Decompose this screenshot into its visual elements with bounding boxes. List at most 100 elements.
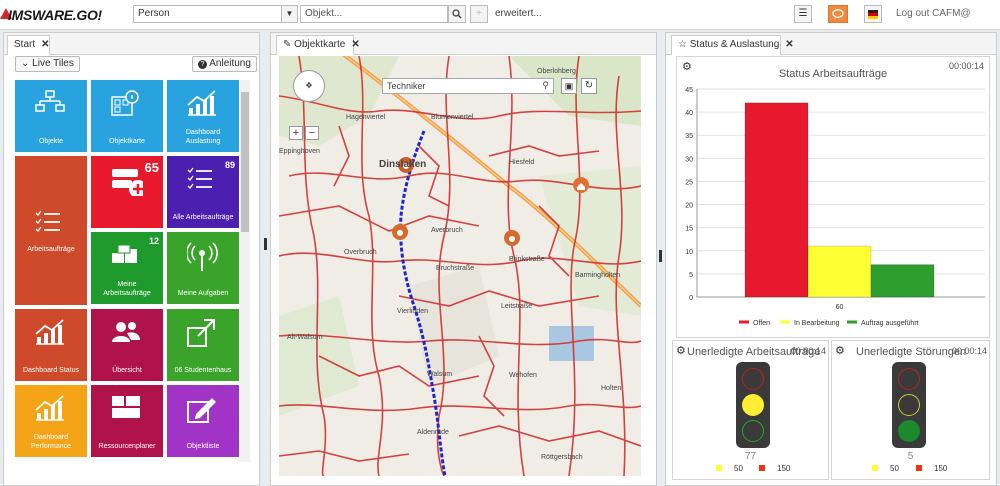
search-icon[interactable]	[448, 5, 466, 23]
map-place-label: Barmingholten	[575, 272, 621, 279]
tab-status-auslastung[interactable]: ☆ Status & Auslastung ✕	[671, 35, 794, 55]
tile-2[interactable]: Objektkarte	[91, 80, 163, 152]
map-place-label: Leitstraße	[501, 303, 533, 310]
tile-label: Arbeitsaufträge	[27, 245, 75, 253]
light-red	[742, 368, 764, 390]
splitter-handle[interactable]	[659, 250, 662, 262]
pencil-icon: ✎	[283, 39, 292, 50]
status-chart-card: ⚙ 00:00:14 Status Arbeitsaufträge 0 5 10 15…	[676, 56, 990, 338]
legend-label: Auftrag ausgeführt	[861, 320, 919, 327]
light-green	[742, 420, 764, 442]
tile-3[interactable]: Dashboard Auslastung	[167, 80, 239, 152]
y-tick-label: 40	[685, 110, 693, 117]
boxes-icon	[112, 244, 137, 263]
map-place-label: Aldenrade	[417, 429, 449, 436]
traffic-light	[736, 362, 770, 448]
refresh-icon[interactable]: ↻	[581, 78, 597, 94]
tile-label: Meine Arbeitsaufträge	[103, 281, 151, 297]
tile-label: Meine Aufgaben	[177, 290, 229, 297]
close-icon[interactable]: ✕	[351, 39, 359, 50]
tile-5[interactable]: 65	[91, 156, 163, 228]
traffic-light	[892, 362, 926, 448]
map-search-input[interactable]: Techniker ⚲	[382, 78, 554, 94]
top-bar: IMSWARE.GO! Person ▼ Objekt... + erweite…	[0, 0, 1000, 30]
pan-control[interactable]: ✥	[293, 70, 325, 102]
bar-offen	[744, 102, 809, 298]
chevron-down-icon[interactable]: ▼	[281, 6, 297, 22]
gear-icon[interactable]: ⚙	[676, 344, 686, 357]
map-place-label: Averbruch	[431, 227, 463, 234]
tile-label: Dashboard Status	[22, 367, 80, 374]
logout-link[interactable]: Log out CAFM@	[896, 8, 971, 19]
bar-auftrag-ausgeführt	[870, 264, 935, 298]
tile-4[interactable]: Arbeitsaufträge	[15, 156, 87, 305]
tile-7[interactable]: 12 Meine Arbeitsaufträge	[91, 232, 163, 304]
map-place-label: Blumenviertel	[431, 114, 474, 121]
hierarchy-icon	[35, 90, 65, 112]
map-place-label: Wehofen	[509, 372, 537, 379]
zoom-out-button[interactable]: −	[305, 126, 319, 140]
star-icon: ☆	[678, 39, 687, 50]
close-icon[interactable]: ✕	[785, 39, 793, 50]
person-select[interactable]: Person ▼	[133, 5, 298, 23]
tile-label: Objektliste	[186, 443, 220, 450]
tile-9[interactable]: Dashboard Status	[15, 309, 87, 381]
splitter-handle[interactable]	[264, 238, 267, 250]
tile-11[interactable]: 06 Studentenhaus	[167, 309, 239, 381]
object-map[interactable]: ✥ + − Techniker ⚲ ▣ ↻ Oberlohberg Hagenvi…	[279, 56, 641, 476]
plus-icon[interactable]: +	[470, 5, 488, 23]
hamburger-icon[interactable]: ☰	[794, 5, 812, 23]
legend-low: 50	[872, 464, 899, 473]
value-label: 5	[907, 451, 914, 462]
y-tick-label: 15	[685, 226, 693, 233]
map-place-label: Dinslaken	[379, 159, 427, 170]
legend-label: In Bearbeitung	[794, 320, 840, 327]
tile-label: Dashboard Auslastung	[185, 129, 221, 145]
start-tabstrip: Start ✕	[4, 33, 259, 55]
map-place-label: Alt-Walsum	[287, 334, 323, 341]
map-place-label: Eppinghoven	[279, 148, 320, 155]
object-search-input[interactable]: Objekt...	[300, 5, 448, 23]
tile-12[interactable]: Dashboard Performance	[15, 385, 87, 457]
tile-14[interactable]: Objektliste	[167, 385, 239, 457]
tab-start[interactable]: Start ✕	[7, 35, 50, 55]
tab-objektkarte[interactable]: ✎ Objektkarte ✕	[276, 35, 360, 55]
gear-icon[interactable]: ⚙	[835, 344, 845, 357]
legend-label: Offen	[753, 320, 770, 327]
tile-6[interactable]: 89 Alle Arbeitsaufträge	[167, 156, 239, 228]
advanced-search-link[interactable]: erweitert...	[495, 8, 542, 19]
chat-icon[interactable]	[828, 5, 848, 23]
card-title: Unerledigte Störungen	[856, 346, 967, 358]
map-place-label: Röttgersbach	[541, 454, 583, 461]
chart-up-icon	[35, 319, 64, 345]
zoom-in-button[interactable]: +	[289, 126, 303, 140]
search-icon[interactable]: ⚲	[542, 80, 549, 91]
chart-up-icon	[35, 395, 64, 421]
app-logo[interactable]: IMSWARE.GO!	[8, 7, 102, 23]
live-tiles-button[interactable]: ⌄ Live Tiles	[15, 56, 80, 72]
users-icon	[112, 322, 140, 342]
status-tabstrip: ☆ Status & Auslastung ✕	[666, 33, 996, 55]
map-place-label: Oberlohberg	[537, 68, 576, 75]
help-icon: ?	[198, 60, 207, 69]
tile-13[interactable]: Ressourcenplaner	[91, 385, 163, 457]
tile-count-badge: 12	[148, 236, 159, 246]
save-icon[interactable]: ▣	[561, 78, 577, 94]
map-place-label: Holten	[601, 385, 622, 392]
tiles-scrollbar[interactable]	[240, 80, 250, 462]
scrollbar-thumb[interactable]	[241, 92, 249, 232]
map-place-label: Brinkstraße	[509, 256, 545, 263]
y-tick-label: 5	[689, 272, 693, 279]
light-yellow	[742, 394, 764, 416]
tile-1[interactable]: Objekte	[15, 80, 87, 152]
german-flag-icon[interactable]	[864, 5, 882, 23]
map-place-label: Overbruch	[344, 249, 377, 256]
tile-10[interactable]: Übersicht	[91, 309, 163, 381]
close-icon[interactable]: ✕	[41, 39, 49, 50]
map-tabstrip: ✎ Objektkarte ✕	[271, 33, 656, 55]
guide-button[interactable]: ? Anleitung	[192, 56, 257, 72]
logo-text: IMSWARE.GO!	[8, 7, 102, 23]
tile-8[interactable]: Meine Aufgaben	[167, 232, 239, 304]
map-place-label: Vierlinden	[397, 308, 429, 315]
y-tick-label: 25	[685, 179, 693, 186]
